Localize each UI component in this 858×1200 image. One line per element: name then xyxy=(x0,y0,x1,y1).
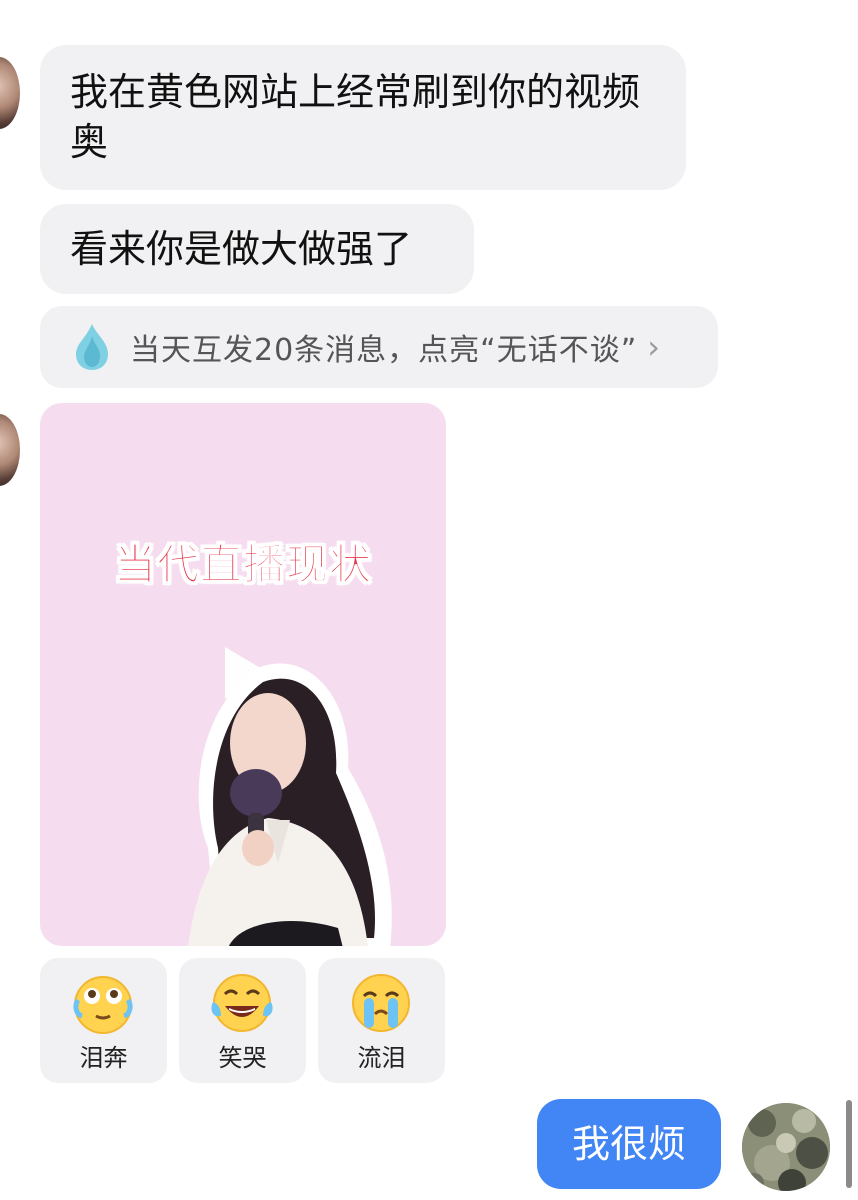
reaction-label: 泪奔 xyxy=(79,1044,128,1072)
streak-banner-text: 当天互发20条消息，点亮“无话不谈” xyxy=(130,333,638,368)
avatar-image xyxy=(742,1103,830,1191)
video-title: 当代直播现状 xyxy=(113,540,372,590)
laughing-crying-face-icon xyxy=(211,974,273,1032)
sender-avatar[interactable] xyxy=(0,414,20,486)
streak-banner[interactable]: 当天互发20条消息，点亮“无话不谈” › xyxy=(40,306,718,388)
message-text: 我在黄色网站上经常刷到你的视频奥 xyxy=(70,70,641,164)
sender-avatar[interactable] xyxy=(0,57,20,129)
message-text: 我很烦 xyxy=(571,1122,686,1166)
reaction-label: 笑哭 xyxy=(218,1044,267,1072)
reaction-laughing-crying[interactable]: 笑哭 xyxy=(179,958,306,1083)
message-text: 看来你是做大做强了 xyxy=(70,227,413,271)
my-avatar[interactable] xyxy=(742,1103,830,1191)
chevron-right-icon: › xyxy=(647,328,661,366)
incoming-message-bubble[interactable]: 看来你是做大做强了 xyxy=(40,204,474,294)
outgoing-message-bubble[interactable]: 我很烦 xyxy=(537,1099,721,1189)
reaction-label: 流泪 xyxy=(357,1044,406,1072)
tears-of-joy-face-icon xyxy=(73,976,133,1034)
video-message-card[interactable]: 当代直播现状 xyxy=(40,403,446,946)
reaction-tears-of-joy[interactable]: 泪奔 xyxy=(40,958,167,1083)
reaction-crying[interactable]: 流泪 xyxy=(318,958,445,1083)
flame-icon xyxy=(76,324,108,370)
incoming-message-bubble[interactable]: 我在黄色网站上经常刷到你的视频奥 xyxy=(40,45,686,190)
scrollbar-thumb[interactable] xyxy=(846,1100,852,1188)
chat-window: 我在黄色网站上经常刷到你的视频奥 看来你是做大做强了 当天互发20条消息，点亮“… xyxy=(0,0,858,1200)
play-icon[interactable] xyxy=(215,643,275,703)
crying-face-icon xyxy=(352,974,410,1032)
